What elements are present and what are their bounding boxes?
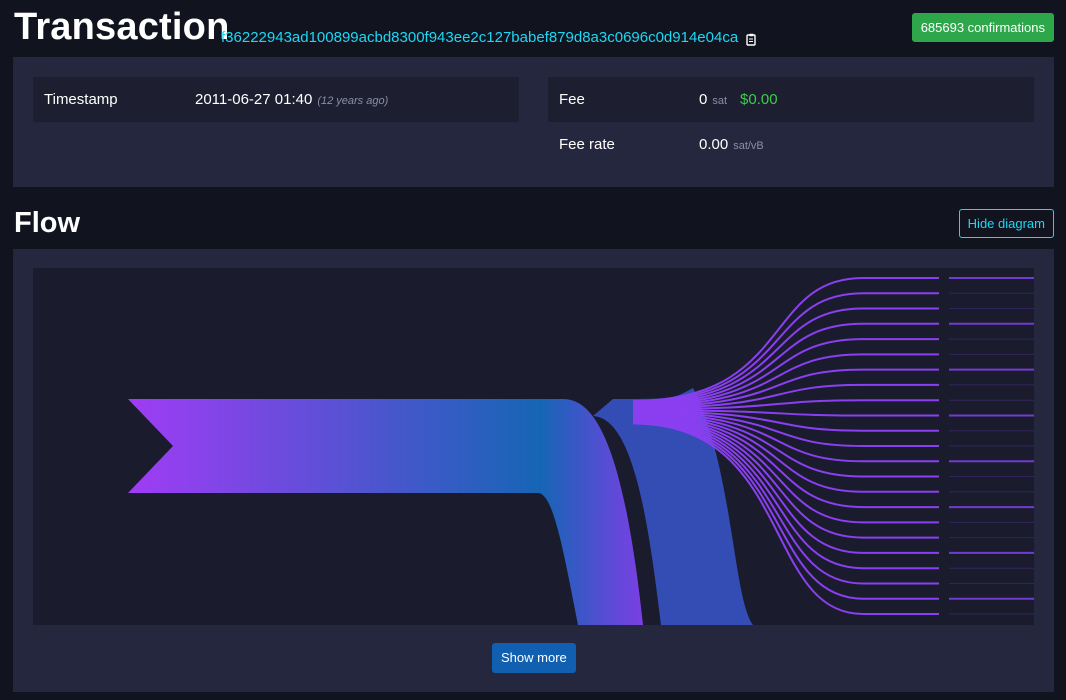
fee-rate-unit: sat/vB	[733, 140, 764, 152]
fee-label: Fee	[559, 91, 585, 108]
flow-output-lines	[593, 277, 1034, 625]
timestamp-label: Timestamp	[44, 91, 118, 108]
fee-value-group: 0 sat $0.00	[699, 91, 778, 108]
fee-rate-label: Fee rate	[559, 136, 615, 153]
flow-title: Flow	[14, 207, 81, 239]
transaction-page: Transaction f36222943ad100899acbd8300f94…	[0, 0, 1066, 700]
fee-rate-value-group: 0.00 sat/vB	[699, 136, 764, 153]
timestamp-value-group: 2011-06-27 01:40 (12 years ago)	[195, 91, 388, 108]
flow-svg	[128, 277, 1034, 625]
page-title: Transaction	[14, 6, 230, 48]
transaction-details: Timestamp 2011-06-27 01:40 (12 years ago…	[13, 57, 1054, 187]
txid-row: f36222943ad100899acbd8300f943ee2c127babe…	[221, 29, 758, 46]
flow-output-line[interactable]	[632, 307, 939, 404]
flow-input[interactable]	[128, 399, 548, 493]
flow-diagram	[33, 268, 1034, 625]
hide-diagram-button[interactable]: Hide diagram	[958, 209, 1054, 238]
fee-unit: sat	[712, 95, 728, 107]
show-more-button[interactable]: Show more	[492, 643, 576, 673]
copy-icon[interactable]	[746, 33, 758, 46]
timestamp-value: 2011-06-27 01:40	[195, 91, 313, 108]
fee-value: 0	[699, 91, 708, 108]
flow-panel: Show more	[13, 249, 1054, 692]
fee-rate-value: 0.00	[699, 136, 729, 153]
confirmations-badge[interactable]: 685693 confirmations	[911, 13, 1054, 42]
timestamp-relative: (12 years ago)	[317, 95, 389, 107]
fee-fiat: $0.00	[740, 91, 778, 108]
txid-link[interactable]: f36222943ad100899acbd8300f943ee2c127babe…	[221, 29, 738, 46]
fee-row: Fee 0 sat $0.00	[548, 77, 1034, 122]
fee-rate-row: Fee rate 0.00 sat/vB	[548, 122, 1034, 167]
timestamp-row: Timestamp 2011-06-27 01:40 (12 years ago…	[33, 77, 519, 122]
